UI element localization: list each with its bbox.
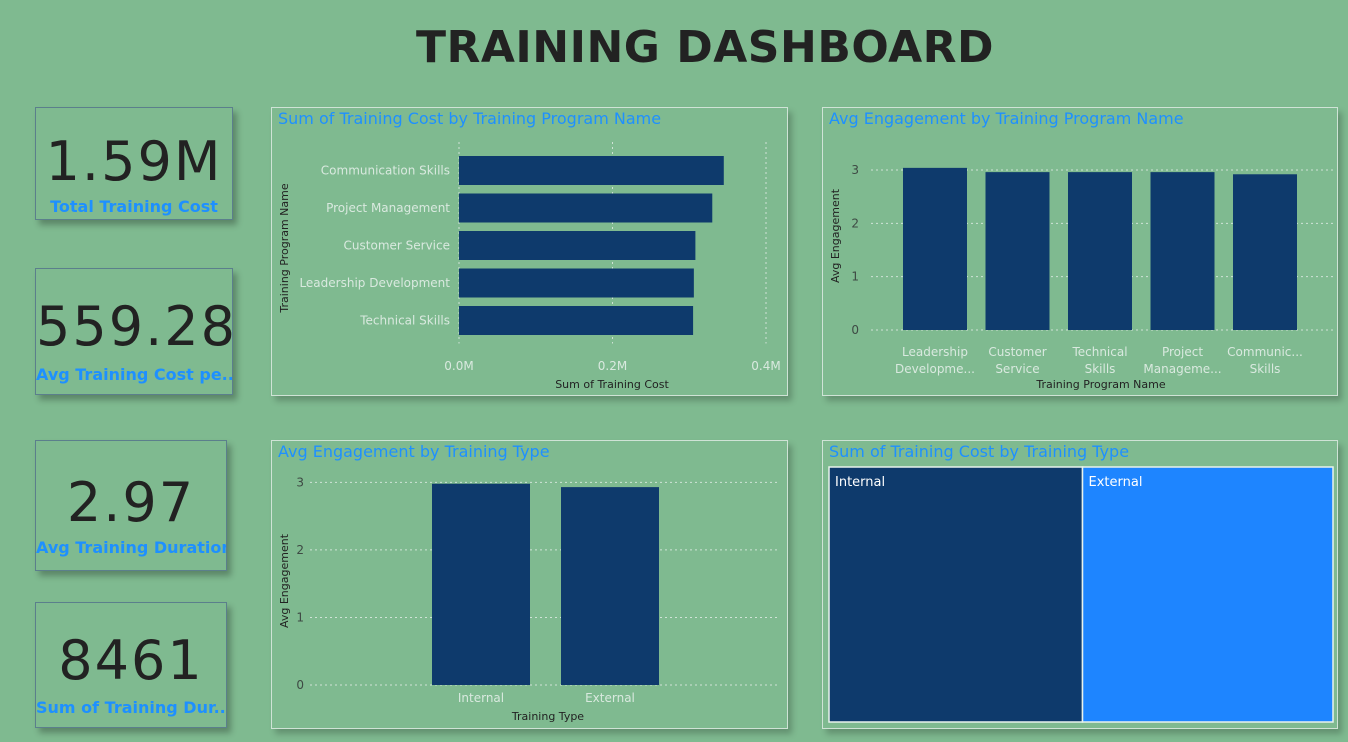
chart-engagement-by-type: 0 1 2 3 Internal ExternalTraining Type Avg Eng… bbox=[278, 475, 780, 723]
x-tick-label: Internal bbox=[458, 691, 504, 705]
y-axis-label: Avg Engagement bbox=[829, 188, 842, 283]
x-tick-label: External bbox=[585, 691, 635, 705]
bar bbox=[1068, 172, 1132, 330]
x-tick-label: 0.4M bbox=[751, 359, 780, 373]
x-axis-label: Training Type bbox=[511, 710, 584, 723]
y-axis-label: Avg Engagement bbox=[278, 533, 291, 628]
dashboard-title: TRAINING DASHBOARD bbox=[415, 22, 995, 73]
y-tick-label: 1 bbox=[851, 270, 859, 284]
kpi-card-avg-training-cost[interactable]: 559.28 Avg Training Cost pe... bbox=[35, 268, 237, 395]
treemap-label: Internal bbox=[835, 475, 885, 490]
bar bbox=[1150, 172, 1215, 330]
y-tick-label: 2 bbox=[296, 543, 304, 557]
y-tick-label: 0 bbox=[851, 323, 859, 337]
kpi-value: 1.59M bbox=[45, 130, 223, 193]
y-tick-label: 1 bbox=[296, 610, 304, 624]
bar bbox=[459, 156, 724, 185]
bar bbox=[1233, 174, 1297, 330]
kpi-card-total-training-cost[interactable]: 1.59M Total Training Cost bbox=[35, 107, 233, 220]
bar bbox=[903, 167, 967, 330]
bar bbox=[459, 231, 696, 260]
kpi-label: Avg Training Cost pe... bbox=[36, 365, 232, 384]
x-tick-label: Technical bbox=[1071, 345, 1127, 359]
x-axis-label: Sum of Training Cost bbox=[555, 378, 669, 391]
bar bbox=[985, 172, 1050, 330]
bar bbox=[432, 483, 530, 685]
bar bbox=[561, 487, 659, 685]
y-tick-label: 0 bbox=[296, 678, 304, 692]
chart-engagement-by-program: 0 1 2 3 Leadership Developme... Customer Servic… bbox=[829, 163, 1333, 391]
chart-panel-cost-by-type[interactable]: Sum of Training Cost by Training Type In… bbox=[822, 440, 1338, 729]
kpi-label: Total Training Cost bbox=[50, 197, 218, 216]
y-tick-label: 3 bbox=[851, 163, 859, 177]
kpi-value: 559.28 bbox=[36, 295, 237, 358]
x-tick-label: Developme... bbox=[895, 362, 975, 376]
x-tick-label: Project bbox=[1162, 345, 1203, 359]
chart-cost-by-program: 0.0M 0.2M 0.4M Communication Skills Project … bbox=[278, 142, 781, 391]
x-axis-label: Training Program Name bbox=[1035, 378, 1165, 391]
y-tick-label: Leadership Development bbox=[299, 276, 450, 290]
kpi-value: 2.97 bbox=[66, 471, 196, 534]
treemap-tile bbox=[828, 466, 1084, 723]
y-tick-label: 3 bbox=[296, 475, 304, 489]
kpi-label: Sum of Training Dur... bbox=[36, 698, 226, 717]
y-tick-label: Communication Skills bbox=[321, 164, 450, 178]
x-tick-label: Leadership bbox=[902, 345, 968, 359]
bar bbox=[459, 306, 694, 335]
x-tick-label: 0.0M bbox=[444, 359, 473, 373]
chart-panel-engagement-by-type[interactable]: Avg Engagement by Training Type 0 1 2 3 Inte… bbox=[271, 440, 788, 729]
x-tick-label: Manageme... bbox=[1143, 362, 1221, 376]
x-tick-label: Customer bbox=[988, 345, 1046, 359]
y-tick-label: Project Management bbox=[326, 201, 450, 215]
y-tick-label: 2 bbox=[851, 216, 859, 230]
x-tick-label: Service bbox=[995, 362, 1039, 376]
kpi-card-sum-training-duration[interactable]: 8461 Sum of Training Dur... bbox=[35, 602, 227, 728]
chart-cost-by-type: Internal External bbox=[828, 466, 1334, 723]
kpi-card-avg-training-duration[interactable]: 2.97 Avg Training Duration bbox=[35, 440, 227, 571]
kpi-label: Avg Training Duration bbox=[36, 538, 226, 557]
treemap-label: External bbox=[1089, 475, 1143, 490]
chart-panel-cost-by-program[interactable]: Sum of Training Cost by Training Program… bbox=[271, 107, 788, 396]
treemap-tile bbox=[1081, 466, 1334, 723]
bar bbox=[459, 193, 713, 223]
y-tick-label: Customer Service bbox=[344, 239, 450, 253]
y-axis-label: Training Program Name bbox=[278, 183, 291, 313]
x-tick-label: 0.2M bbox=[598, 359, 627, 373]
kpi-value: 8461 bbox=[58, 629, 204, 692]
chart-panel-engagement-by-program[interactable]: Avg Engagement by Training Program Name … bbox=[822, 107, 1338, 396]
x-tick-label: Skills bbox=[1085, 362, 1116, 376]
bar bbox=[459, 268, 694, 298]
x-tick-label: Communic... bbox=[1227, 345, 1303, 359]
y-tick-label: Technical Skills bbox=[359, 314, 450, 328]
x-tick-label: Skills bbox=[1250, 362, 1281, 376]
